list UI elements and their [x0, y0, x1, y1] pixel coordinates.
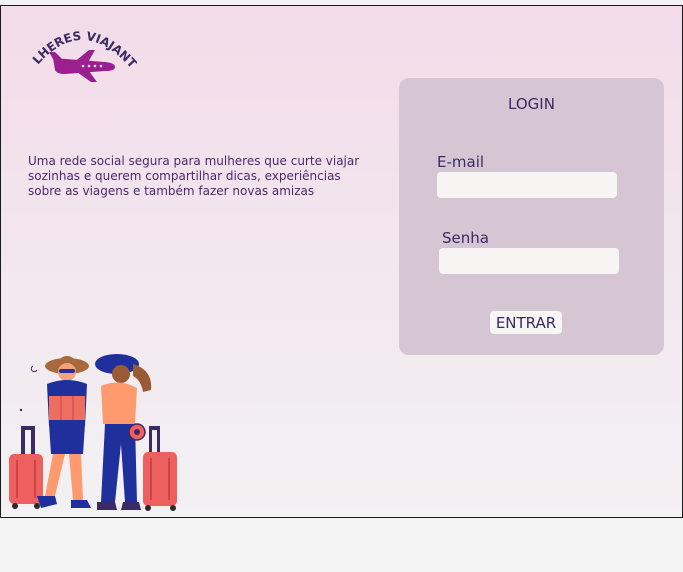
brand-logo[interactable]: MULHERES VIAJANTES: [25, 6, 140, 86]
tagline-line: sobre as viagens e também fazer novas am…: [28, 184, 315, 198]
airplane-icon: [49, 50, 115, 82]
woman-right-icon: [95, 354, 152, 510]
login-title: LOGIN: [508, 95, 555, 113]
star-icon: [19, 408, 23, 412]
tagline: Uma rede social segura para mulheres que…: [28, 154, 360, 199]
moon-icon: [30, 365, 38, 373]
login-card: LOGIN E-mail Senha ENTRAR: [399, 78, 664, 355]
tagline-line: sozinhas e querem compartilhar dicas, ex…: [28, 169, 341, 183]
suitcase-right-icon: [143, 426, 177, 511]
email-label: E-mail: [437, 153, 485, 171]
app-frame: MULHERES VIAJANTES Uma rede social segur…: [0, 5, 683, 518]
travelers-illustration: [3, 344, 183, 514]
password-field[interactable]: [439, 248, 619, 274]
email-field[interactable]: [437, 172, 617, 198]
tagline-line: Uma rede social segura para mulheres que…: [28, 154, 360, 168]
login-submit-button[interactable]: ENTRAR: [490, 311, 562, 334]
password-label: Senha: [442, 229, 489, 247]
woman-left-icon: [37, 356, 91, 508]
